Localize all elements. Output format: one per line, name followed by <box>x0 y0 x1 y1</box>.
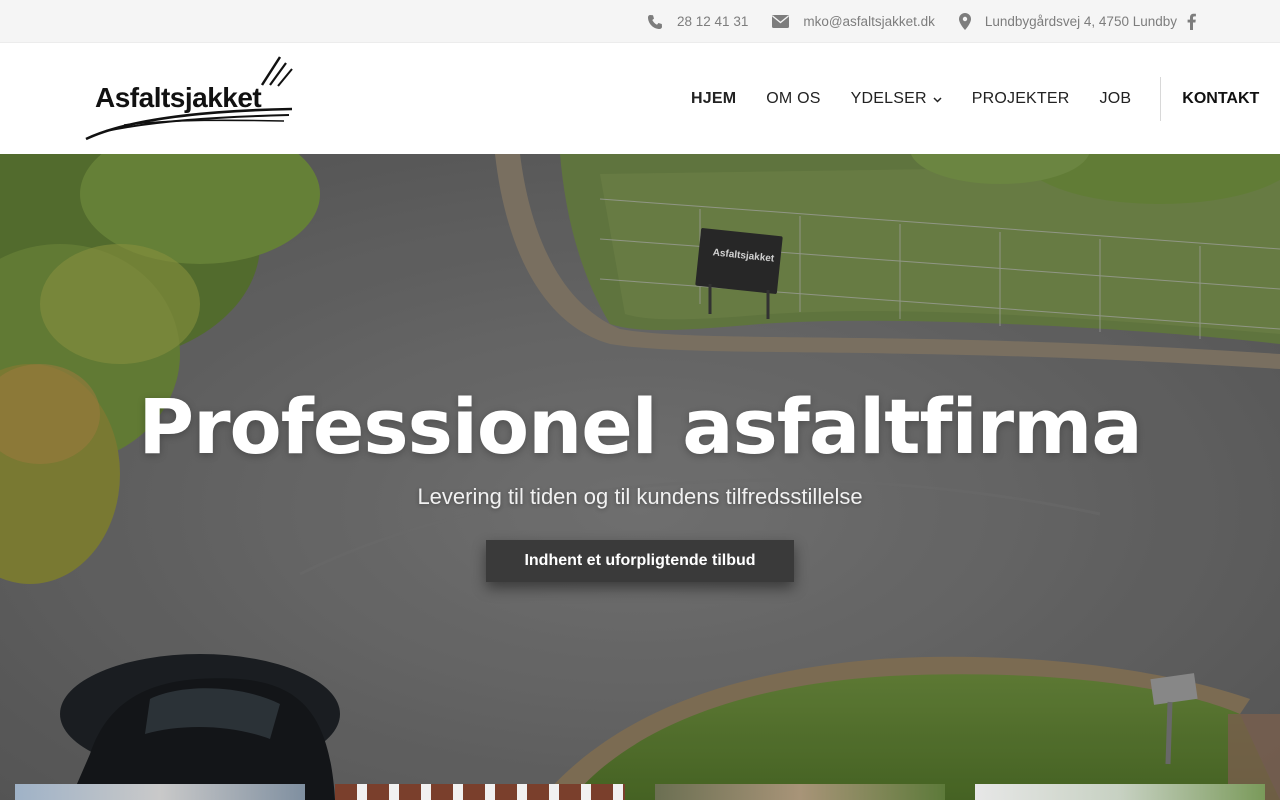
envelope-icon <box>772 15 790 28</box>
hero-title: Professionel asfaltfirma <box>138 382 1142 471</box>
top-info-bar: 28 12 41 31 mko@asfaltsjakket.dk Lundbyg… <box>0 0 1280 43</box>
chevron-down-icon <box>933 97 942 103</box>
nav-divider <box>1160 76 1162 121</box>
nav-item-ydelser-label: YDELSER <box>850 89 927 107</box>
hero-subtitle: Levering til tiden og til kundens tilfre… <box>417 484 863 509</box>
map-pin-icon <box>958 13 971 30</box>
phone-contact[interactable]: 28 12 41 31 <box>647 14 748 30</box>
phone-icon <box>648 14 663 29</box>
gallery-thumb[interactable] <box>655 784 945 800</box>
request-quote-button[interactable]: Indhent et uforpligtende tilbud <box>486 540 794 582</box>
hero-background-image: Asfaltsjakket <box>0 154 1280 800</box>
email-contact[interactable]: mko@asfaltsjakket.dk <box>772 14 935 29</box>
facebook-icon <box>1187 13 1196 30</box>
nav-item-job[interactable]: JOB <box>1100 90 1132 108</box>
gallery-thumb[interactable] <box>15 784 305 800</box>
email-address: mko@asfaltsjakket.dk <box>803 14 935 29</box>
nav-item-ydelser[interactable]: YDELSER <box>851 90 942 108</box>
gallery-thumbnail-strip <box>0 784 1280 800</box>
nav-item-hjem[interactable]: HJEM <box>691 90 736 108</box>
facebook-link[interactable] <box>1187 13 1196 30</box>
gallery-thumb[interactable] <box>975 784 1265 800</box>
phone-number: 28 12 41 31 <box>677 14 749 29</box>
site-header: Asfaltsjakket HJEM OM OS YDELSER PROJEKT… <box>0 43 1280 154</box>
logo-text: Asfaltsjakket <box>95 82 262 113</box>
nav-item-projekter[interactable]: PROJEKTER <box>972 90 1070 108</box>
main-navigation: HJEM OM OS YDELSER PROJEKTER JOB KONTAKT <box>676 43 1259 154</box>
hero-section: Asfaltsjakket Professionel asfaltfirma L… <box>0 154 1280 800</box>
site-logo[interactable]: Asfaltsjakket <box>84 55 296 141</box>
street-address: Lundbygårdsvej 4, 4750 Lundby <box>984 14 1177 29</box>
address-contact: Lundbygårdsvej 4, 4750 Lundby <box>958 13 1177 30</box>
top-info-items: 28 12 41 31 mko@asfaltsjakket.dk Lundbyg… <box>647 0 1196 43</box>
gallery-thumb[interactable] <box>335 784 625 800</box>
nav-item-om-os[interactable]: OM OS <box>766 90 820 108</box>
nav-item-kontakt[interactable]: KONTAKT <box>1182 90 1259 108</box>
